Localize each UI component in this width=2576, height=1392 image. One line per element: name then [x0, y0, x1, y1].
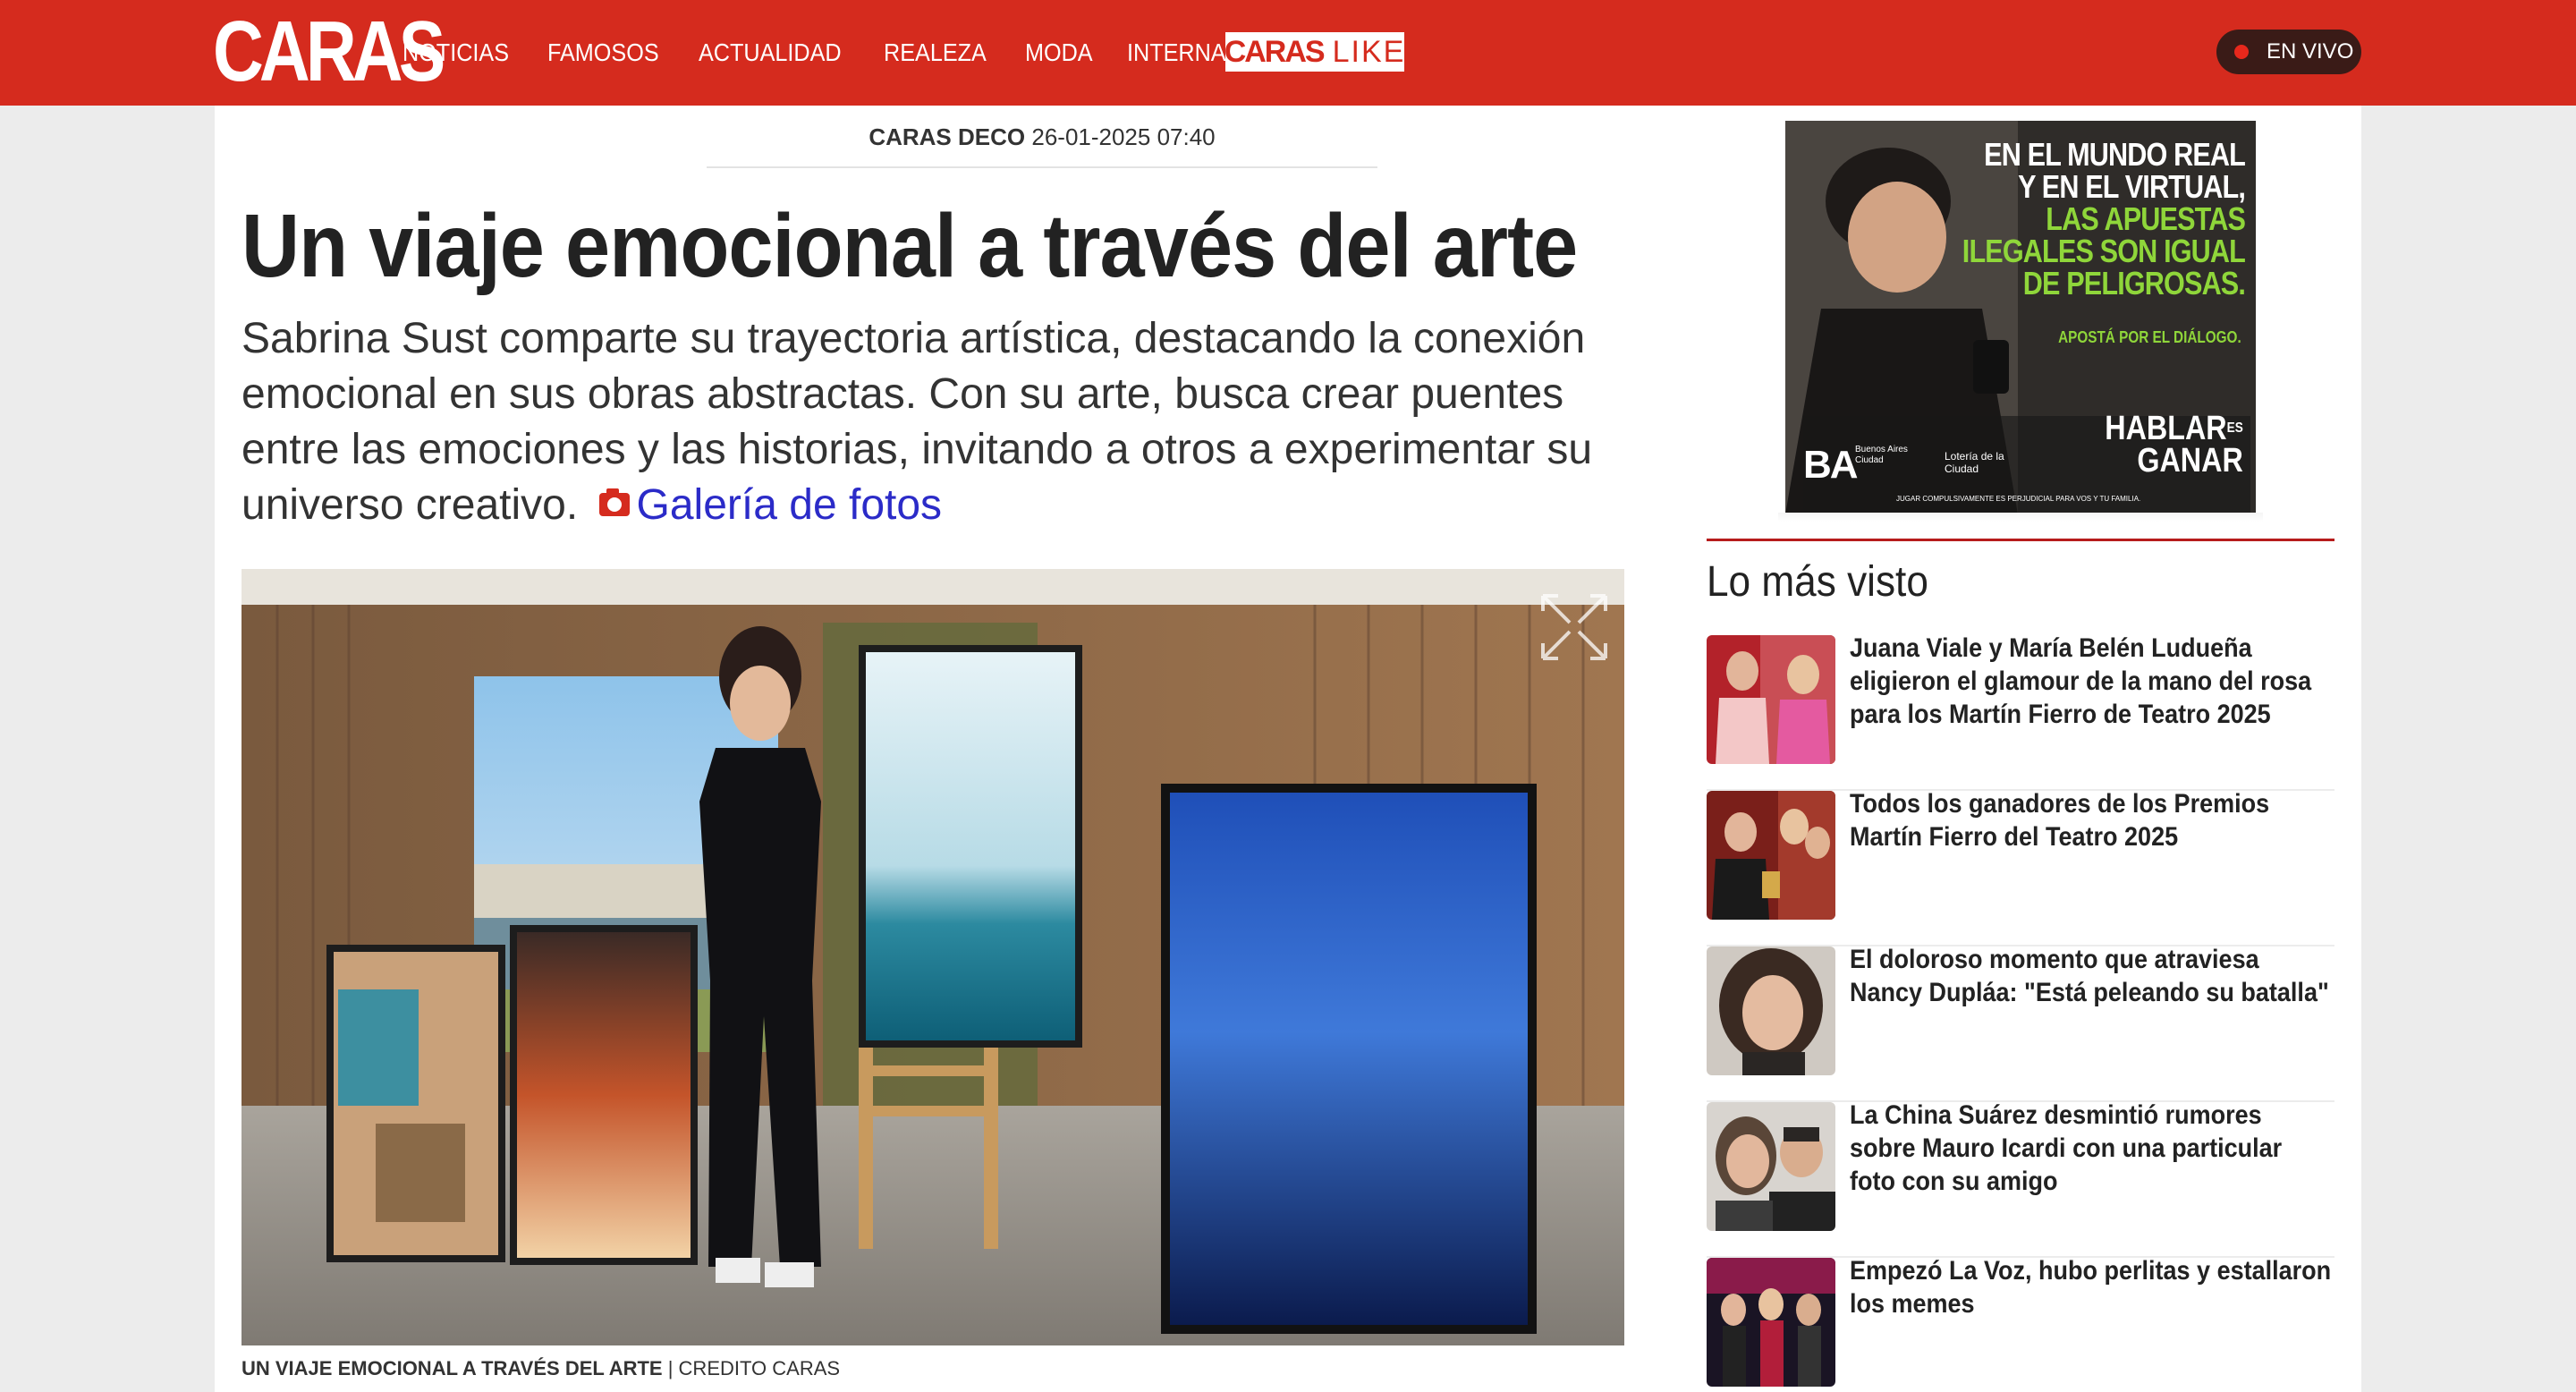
- most-viewed-item[interactable]: Todos los ganadores de los Premios Martí…: [1707, 789, 2334, 946]
- most-viewed-thumbnail[interactable]: [1707, 635, 1835, 764]
- article-summary: Sabrina Sust comparte su trayectoria art…: [242, 311, 1637, 533]
- gallery-link[interactable]: Galería de fotos: [637, 481, 943, 529]
- most-viewed-list: Juana Viale y María Belén Ludueña eligie…: [1707, 632, 2334, 1392]
- most-viewed-item[interactable]: La China Suárez desmintió rumores sobre …: [1707, 1099, 2334, 1258]
- nav-realeza[interactable]: REALEZA: [884, 30, 987, 75]
- thumb-2-image: [1707, 791, 1835, 920]
- ad-bottom-fade: [1778, 513, 2263, 522]
- advertisement-banner[interactable]: EN EL MUNDO REAL Y EN EL VIRTUAL, LAS AP…: [1785, 121, 2256, 514]
- nav-noticias[interactable]: NOTICIAS: [402, 30, 509, 75]
- main-nav: NOTICIAS FAMOSOS ACTUALIDAD REALEZA MODA…: [402, 30, 1357, 75]
- thumb-3-image: [1707, 946, 1835, 1075]
- nav-actualidad[interactable]: ACTUALIDAD: [699, 30, 842, 75]
- camera-icon: [598, 488, 630, 517]
- live-label: EN VIVO: [2267, 39, 2354, 64]
- ad-line-3: LAS APUESTAS: [2046, 200, 2246, 237]
- hero-image-illustration: [242, 569, 1624, 1345]
- live-dot-icon: [2234, 45, 2249, 59]
- most-viewed-headline[interactable]: Juana Viale y María Belén Ludueña eligie…: [1850, 632, 2333, 731]
- article-section[interactable]: CARAS DECO: [869, 123, 1025, 150]
- caras-like-word-b: LIKE: [1332, 34, 1406, 69]
- most-viewed-headline[interactable]: Todos los ganadores de los Premios Martí…: [1850, 787, 2333, 853]
- article-title: Un viaje emocional a través del arte: [242, 196, 1578, 296]
- ad-brand-ba: BA: [1803, 443, 1859, 487]
- ad-headline: EN EL MUNDO REAL Y EN EL VIRTUAL, LAS AP…: [1962, 136, 2246, 301]
- caras-like-logo-link[interactable]: CARAS LIKE: [1224, 32, 1406, 72]
- most-viewed-thumbnail[interactable]: [1707, 1102, 1835, 1231]
- article-hero-image[interactable]: [242, 569, 1624, 1345]
- live-button[interactable]: EN VIVO: [2216, 30, 2361, 74]
- caras-like-word-a: CARAS: [1224, 34, 1326, 69]
- most-viewed-headline[interactable]: La China Suárez desmintió rumores sobre …: [1850, 1099, 2333, 1198]
- ad-tagline: APOSTÁ POR EL DIÁLOGO.: [2058, 328, 2241, 346]
- most-viewed-thumbnail[interactable]: [1707, 946, 1835, 1075]
- most-viewed-item[interactable]: Juana Viale y María Belén Ludueña eligie…: [1707, 632, 2334, 791]
- ad-legal: JUGAR COMPULSIVAMENTE ES PERJUDICIAL PAR…: [1896, 495, 2141, 503]
- main-content: CARAS DECO 26-01-2025 07:40 Un viaje emo…: [215, 106, 2361, 1392]
- ad-brand-ba-sub: Buenos Aires Ciudad: [1855, 445, 1908, 465]
- most-viewed-item[interactable]: El doloroso momento que atraviesa Nancy …: [1707, 943, 2334, 1102]
- image-caption-credit: | CREDITO CARAS: [662, 1357, 841, 1379]
- ad-slogan: HABLARES GANAR: [2105, 412, 2243, 480]
- most-viewed-item[interactable]: Empezó La Voz, hubo perlitas y estallaro…: [1707, 1256, 2334, 1392]
- most-viewed-divider: [1707, 539, 2334, 541]
- ad-slogan-ganar: GANAR: [2137, 442, 2243, 480]
- top-navigation-bar: CARAS NOTICIAS FAMOSOS ACTUALIDAD REALEZ…: [0, 0, 2576, 106]
- most-viewed-headline[interactable]: Empezó La Voz, hubo perlitas y estallaro…: [1850, 1254, 2333, 1320]
- nav-moda[interactable]: MODA: [1025, 30, 1093, 75]
- thumb-5-image: [1707, 1258, 1835, 1387]
- ad-line-4: ILEGALES SON IGUAL: [1962, 233, 2246, 269]
- ad-line-1: EN EL MUNDO REAL: [1984, 136, 2246, 173]
- thumb-4-image: [1707, 1102, 1835, 1231]
- ad-brand-loteria: Lotería de la Ciudad: [1945, 450, 2004, 475]
- thumb-1-image: [1707, 635, 1835, 764]
- nav-famosos[interactable]: FAMOSOS: [547, 30, 659, 75]
- most-viewed-thumbnail[interactable]: [1707, 791, 1835, 920]
- ad-slogan-es: ES: [2226, 420, 2243, 436]
- article-meta: CARAS DECO 26-01-2025 07:40: [707, 115, 1377, 168]
- image-caption-title: UN VIAJE EMOCIONAL A TRAVÉS DEL ARTE: [242, 1357, 663, 1379]
- most-viewed-headline[interactable]: El doloroso momento que atraviesa Nancy …: [1850, 943, 2333, 1009]
- image-caption: UN VIAJE EMOCIONAL A TRAVÉS DEL ARTE | C…: [242, 1351, 1624, 1387]
- most-viewed-title: Lo más visto: [1707, 558, 1928, 606]
- ad-line-2: Y EN EL VIRTUAL,: [2018, 168, 2246, 205]
- article-datetime: 26-01-2025 07:40: [1031, 123, 1216, 150]
- most-viewed-thumbnail[interactable]: [1707, 1258, 1835, 1387]
- ad-line-5: DE PELIGROSAS.: [2022, 265, 2246, 301]
